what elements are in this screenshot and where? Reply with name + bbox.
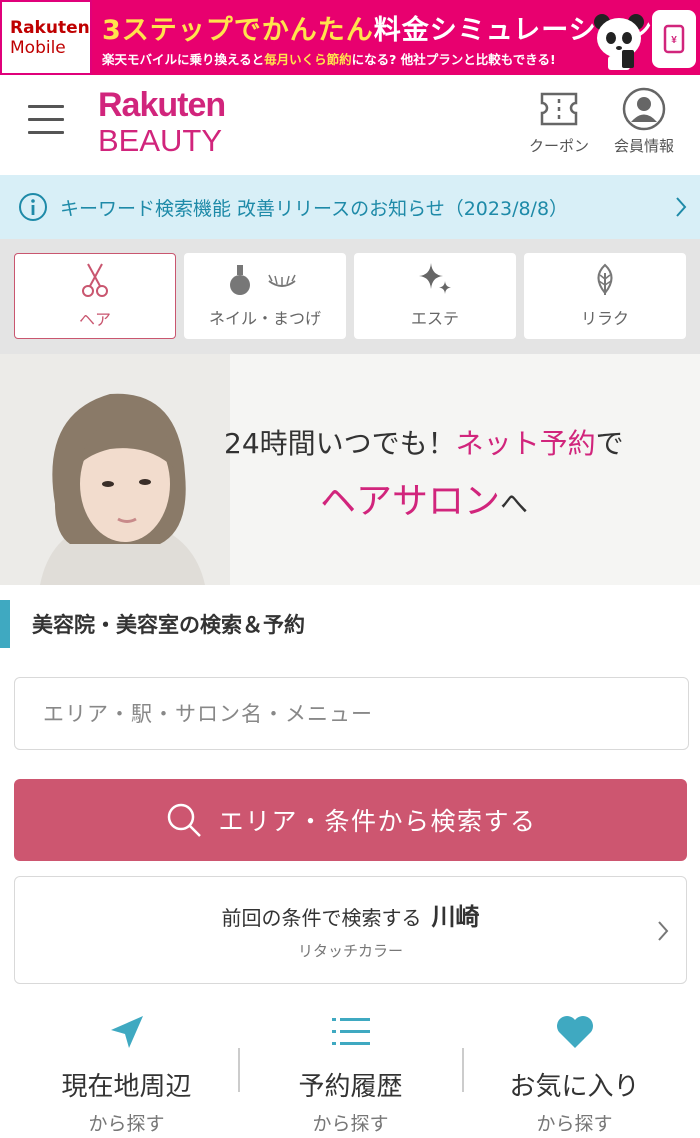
banner-title-part: 3ステップで xyxy=(102,15,262,46)
nearby-sub: から探す xyxy=(88,1113,165,1135)
user-icon xyxy=(622,87,666,131)
sparkle-icon xyxy=(419,263,451,294)
search-button-label: エリア・条件から検索する xyxy=(218,807,537,836)
section-accent-bar xyxy=(0,600,10,648)
nearby-title: 現在地周辺 xyxy=(61,1072,192,1102)
search-icon xyxy=(168,803,202,837)
search-section-title: 美容院・美容室の検索＆予約 xyxy=(0,600,700,648)
phone-icon: ¥ xyxy=(663,24,685,54)
chevron-right-icon xyxy=(658,921,669,941)
search-button[interactable]: エリア・条件から検索する xyxy=(14,779,687,861)
hero-text-part: へ xyxy=(500,487,529,520)
tab-nail-lash[interactable]: ネイル・まつげ xyxy=(184,253,346,339)
logo-rakuten-text: Rakuten xyxy=(98,86,226,124)
hero-text-part: 24時間いつでも！ xyxy=(224,427,456,460)
ticket-icon xyxy=(540,92,578,126)
banner-subtitle: 楽天モバイルに乗り換えると毎月いくら節約になる? 他社プランと比較もできる! xyxy=(102,49,556,68)
phone-icon-button[interactable]: ¥ xyxy=(652,10,696,68)
logo-beauty-text: BEAUTY xyxy=(98,123,223,158)
promo-banner[interactable]: Rakuten Mobile 3ステップでかんたん料金シミュレーション 楽天モバ… xyxy=(0,0,700,75)
member-info-button[interactable]: 会員情報 xyxy=(606,87,682,156)
tab-relaxation-label: リラク xyxy=(580,309,629,328)
list-icon xyxy=(331,1018,370,1045)
banner-content: 3ステップでかんたん料金シミュレーション 楽天モバイルに乗り換えると毎月いくら節… xyxy=(92,0,700,75)
favorites-link[interactable]: お気に入り から探す xyxy=(462,1010,687,1138)
tab-esthetic-label: エステ xyxy=(410,309,459,328)
favorites-sub: から探す xyxy=(536,1113,613,1135)
menu-icon[interactable] xyxy=(28,105,64,141)
category-tabs: ヘア ネイル・まつげ エステ リラク xyxy=(0,239,700,354)
tab-nail-lash-label: ネイル・まつげ xyxy=(208,309,321,328)
previous-search-condition: リタッチカラー xyxy=(297,942,403,960)
nail-lash-icon xyxy=(230,265,296,295)
notice-text: キーワード検索機能 改善リリースのお知らせ（2023/8/8） xyxy=(60,197,569,220)
previous-search-button[interactable]: 前回の条件で検索する 川崎 リタッチカラー xyxy=(14,876,687,984)
notice-bar[interactable]: キーワード検索機能 改善リリースのお知らせ（2023/8/8） xyxy=(0,175,700,239)
reservation-history-link[interactable]: 予約履歴 から探す xyxy=(238,1010,463,1138)
model-photo xyxy=(0,354,230,585)
logo-text-line1: Rakuten xyxy=(10,17,90,38)
rakuten-beauty-logo[interactable]: Rakuten BEAUTY xyxy=(98,86,226,159)
previous-search-label: 前回の条件で検索する xyxy=(221,906,422,930)
banner-title-part: かんたん xyxy=(261,15,374,46)
scissors-icon xyxy=(82,263,108,297)
location-arrow-icon xyxy=(110,1016,143,1048)
favorites-title: お気に入り xyxy=(509,1072,640,1102)
banner-sub-part: 楽天モバイルに乗り換えると xyxy=(102,52,265,67)
info-icon xyxy=(19,193,47,221)
coupon-button[interactable]: クーポン xyxy=(522,91,596,156)
tab-esthetic[interactable]: エステ xyxy=(354,253,516,339)
leaf-icon xyxy=(597,263,613,295)
chevron-right-icon xyxy=(676,197,687,217)
svg-text:¥: ¥ xyxy=(671,35,677,46)
hero-banner: 24時間いつでも！ネット予約で ヘアサロンへ xyxy=(0,354,700,585)
tab-relaxation[interactable]: リラク xyxy=(524,253,686,339)
site-header: Rakuten BEAUTY クーポン 会員情報 xyxy=(0,75,700,175)
hero-subheadline: ヘアサロンへ xyxy=(320,472,528,524)
hero-text-part: で xyxy=(595,427,624,460)
history-sub: から探す xyxy=(312,1113,389,1135)
tab-hair-label: ヘア xyxy=(78,310,111,329)
search-input[interactable] xyxy=(14,677,689,750)
logo-text-line2: Mobile xyxy=(10,37,66,58)
heart-icon xyxy=(556,1016,593,1048)
section-title-text: 美容院・美容室の検索＆予約 xyxy=(32,613,305,637)
rakuten-mobile-logo: Rakuten Mobile xyxy=(0,0,92,75)
tab-hair[interactable]: ヘア xyxy=(14,253,176,339)
banner-sub-part: 毎月いくら節約 xyxy=(264,52,352,67)
member-label: 会員情報 xyxy=(613,137,674,155)
hero-headline: 24時間いつでも！ネット予約で xyxy=(224,422,624,462)
history-title: 予約履歴 xyxy=(298,1072,403,1102)
coupon-label: クーポン xyxy=(528,137,589,155)
banner-title: 3ステップでかんたん料金シミュレーション xyxy=(102,8,653,47)
banner-sub-part: になる? 他社プランと比較もできる! xyxy=(351,52,556,67)
panda-mascot-icon xyxy=(594,14,644,70)
previous-search-location: 川崎 xyxy=(431,903,480,931)
nearby-search-link[interactable]: 現在地周辺 から探す xyxy=(14,1010,239,1138)
hero-text-part: ヘアサロン xyxy=(320,481,501,522)
hero-text-part: ネット予約 xyxy=(455,427,596,460)
